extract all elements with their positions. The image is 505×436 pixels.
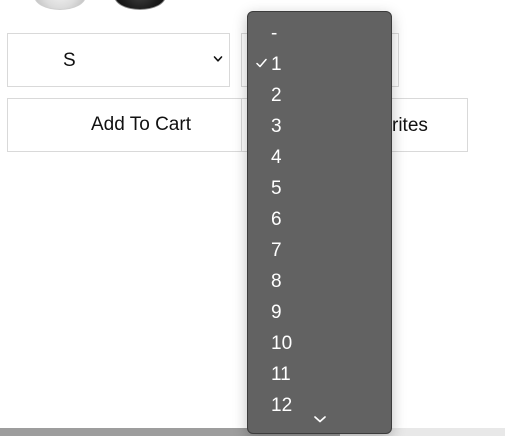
option-label: -: [271, 23, 278, 44]
color-swatch-light[interactable]: [34, 0, 86, 10]
add-to-cart-label: Add To Cart: [91, 114, 191, 135]
add-to-cart-button[interactable]: Add To Cart: [7, 98, 275, 152]
option-label: 7: [271, 240, 282, 261]
dropdown-option[interactable]: 10: [248, 327, 391, 358]
option-label: 4: [271, 147, 282, 168]
dropdown-option[interactable]: 3: [248, 110, 391, 141]
checkmark-icon: [256, 58, 267, 68]
option-label: 3: [271, 116, 282, 137]
chevron-down-icon[interactable]: [313, 414, 327, 424]
dropdown-option[interactable]: 11: [248, 358, 391, 389]
option-label: 8: [271, 271, 282, 292]
dropdown-option[interactable]: -: [248, 17, 391, 48]
dropdown-option[interactable]: 7: [248, 234, 391, 265]
option-label: 1: [271, 54, 282, 75]
dropdown-option[interactable]: 2: [248, 79, 391, 110]
option-label: 6: [271, 209, 282, 230]
dropdown-option[interactable]: 5: [248, 172, 391, 203]
dropdown-option[interactable]: 9: [248, 296, 391, 327]
option-label: 2: [271, 85, 282, 106]
dropdown-option[interactable]: 4: [248, 141, 391, 172]
option-label: 5: [271, 178, 282, 199]
dropdown-option-selected[interactable]: 1: [248, 48, 391, 79]
quantity-dropdown-menu[interactable]: - 1 2 3 4 5 6 7 8 9 10 11 12: [247, 11, 392, 434]
size-select[interactable]: S: [7, 33, 230, 87]
option-label: 11: [271, 364, 291, 385]
dropdown-option[interactable]: 8: [248, 265, 391, 296]
option-label: 10: [271, 333, 293, 354]
color-swatch-dark[interactable]: [114, 0, 166, 10]
option-label: 12: [271, 395, 293, 416]
size-select-value: S: [63, 50, 76, 71]
option-label: 9: [271, 302, 282, 323]
favorites-label: rites: [392, 115, 428, 136]
dropdown-option[interactable]: 6: [248, 203, 391, 234]
chevron-down-icon: [213, 56, 223, 62]
